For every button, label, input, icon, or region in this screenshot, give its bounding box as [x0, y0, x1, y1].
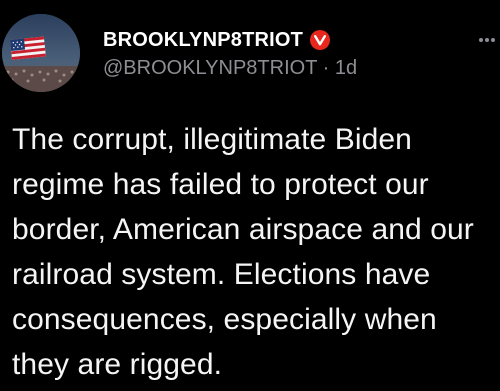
- avatar[interactable]: [2, 14, 80, 92]
- timestamp[interactable]: 1d: [335, 57, 357, 79]
- verified-check-icon: [310, 30, 331, 50]
- meta-row: @BROOKLYNP8TRIOT · 1d: [103, 57, 493, 80]
- display-name[interactable]: BROOKLYNP8TRIOT: [103, 29, 303, 52]
- meta-separator: ·: [322, 57, 335, 79]
- handle[interactable]: @BROOKLYNP8TRIOT: [103, 57, 317, 79]
- post-header: BROOKLYNP8TRIOT @BROOKLYNP8TRIOT · 1d: [103, 26, 493, 80]
- post-text: The corrupt, illegitimate Biden regime h…: [12, 123, 474, 381]
- more-options-icon[interactable]: [478, 30, 496, 42]
- post-card: BROOKLYNP8TRIOT @BROOKLYNP8TRIOT · 1d Th…: [0, 0, 500, 391]
- avatar-image: [2, 14, 80, 92]
- name-row: BROOKLYNP8TRIOT: [103, 26, 493, 54]
